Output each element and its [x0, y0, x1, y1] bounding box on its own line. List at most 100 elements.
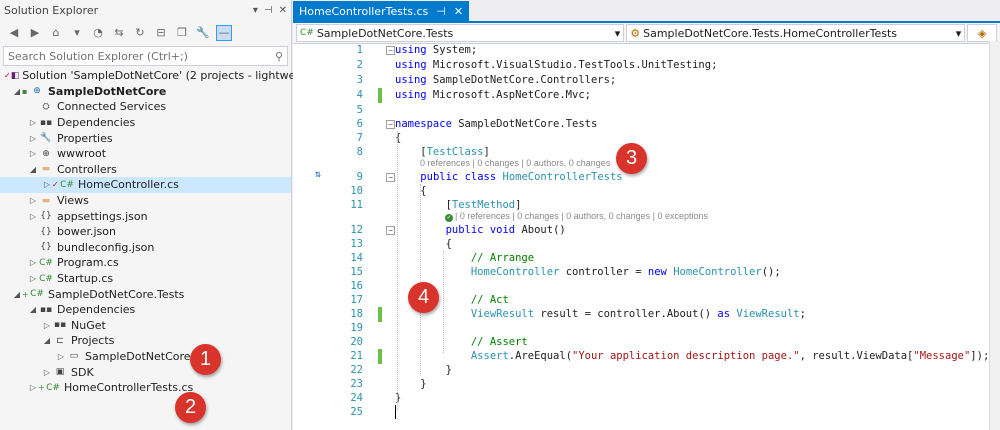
collapse-icon[interactable]: −: [386, 226, 395, 235]
codelens-class[interactable]: 0 references | 0 changes | 0 authors, 0 …: [420, 158, 610, 169]
tree-item[interactable]: ◢ ⊏ Projects: [0, 333, 291, 349]
collapse-icon[interactable]: −: [386, 46, 395, 55]
pending-changes-filter-icon[interactable]: ◔: [90, 25, 106, 41]
expand-arrow-icon[interactable]: ◢: [28, 165, 38, 174]
code-line[interactable]: 23 }: [293, 377, 1000, 392]
member-dropdown[interactable]: ◈: [967, 24, 997, 42]
code-line[interactable]: 10 {: [293, 184, 1000, 199]
vertical-scrollbar[interactable]: [989, 41, 1000, 430]
tree-item-label: Views: [57, 194, 89, 208]
expand-arrow-icon[interactable]: ▷: [42, 368, 52, 377]
refresh-icon[interactable]: ↻: [132, 25, 148, 41]
code-line[interactable]: 1 − using System;: [293, 43, 1000, 58]
dropdown-arrow-icon[interactable]: ▾: [253, 5, 258, 16]
code-line[interactable]: 25: [293, 405, 1000, 420]
tree-item[interactable]: ▷ ▭ SampleDotNetCore: [0, 349, 291, 365]
expand-arrow-icon[interactable]: ▷: [56, 352, 66, 361]
expand-arrow-icon[interactable]: ▷: [28, 149, 38, 158]
code-line[interactable]: 7{: [293, 131, 1000, 146]
code-line[interactable]: 6 − namespace SampleDotNetCore.Tests: [293, 117, 1000, 132]
expand-arrow-icon[interactable]: ◢: [28, 305, 38, 314]
tree-item-label: bower.json: [57, 225, 116, 239]
code-line[interactable]: 17 // Act: [293, 293, 1000, 308]
show-all-files-icon[interactable]: ❐: [174, 25, 190, 41]
search-icon[interactable]: ⚲: [275, 50, 283, 63]
code-line[interactable]: 22 }: [293, 363, 1000, 378]
expand-arrow-icon[interactable]: ▷: [28, 258, 38, 267]
close-icon[interactable]: ✕: [454, 5, 463, 18]
expand-arrow-icon[interactable]: ▷: [28, 134, 38, 143]
tree-item[interactable]: ◢ + C# SampleDotNetCore.Tests: [0, 286, 291, 302]
tree-item[interactable]: ◢ ▪▪ Dependencies: [0, 302, 291, 318]
collapse-icon[interactable]: −: [386, 173, 395, 182]
expand-arrow-icon[interactable]: ▷: [42, 180, 52, 189]
code-line[interactable]: 12− public void About(): [293, 223, 1000, 238]
switch-views-icon[interactable]: ▾: [69, 25, 85, 41]
tree-item[interactable]: {} bundleconfig.json: [0, 240, 291, 256]
tree-item[interactable]: ▷ ▪▪ NuGet: [0, 318, 291, 334]
tab-homecontrollertests[interactable]: HomeControllerTests.cs ⊣ ✕: [293, 1, 470, 21]
codelens-method[interactable]: ✓ | 0 references | 0 changes | 0 authors,…: [445, 211, 708, 222]
code-line[interactable]: 2 using Microsoft.VisualStudio.TestTools.…: [293, 58, 1000, 73]
code-area[interactable]: 1− using System; 2 using Microsoft.VisualSt…: [293, 41, 1000, 430]
tree-item[interactable]: ▷ ✓ C# HomeController.cs: [0, 177, 291, 193]
expand-arrow-icon[interactable]: ▷: [28, 212, 38, 221]
tree-item[interactable]: ◢ ▪ ⊕ SampleDotNetCore: [0, 84, 291, 100]
expand-arrow-icon[interactable]: ▷: [28, 274, 38, 283]
tree-item[interactable]: {} bower.json: [0, 224, 291, 240]
code-line[interactable]: 15 HomeController controller = new HomeC…: [293, 265, 1000, 280]
back-icon[interactable]: ◀: [6, 25, 22, 41]
implementation-glyph-icon[interactable]: ⇅: [315, 169, 321, 180]
tree-item[interactable]: ▷{} appsettings.json: [0, 208, 291, 224]
tree-item[interactable]: ▷ ▪▪ Dependencies: [0, 115, 291, 131]
code-line[interactable]: 14 // Arrange: [293, 251, 1000, 266]
type-dropdown[interactable]: ⚙ SampleDotNetCore.Tests.HomeControllerT…: [626, 24, 966, 42]
code-text: {: [395, 238, 452, 250]
code-line[interactable]: 20 // Assert: [293, 335, 1000, 350]
project-dropdown[interactable]: C# SampleDotNetCore.Tests ▾: [296, 24, 625, 42]
tree-item[interactable]: ▷ ▣ SDK: [0, 364, 291, 380]
code-line[interactable]: 3 using SampleDotNetCore.Controllers;: [293, 73, 1000, 88]
search-placeholder: Search Solution Explorer (Ctrl+;): [8, 49, 188, 63]
pin-icon[interactable]: ⊣: [436, 5, 446, 18]
sync-icon[interactable]: ⇆: [111, 25, 127, 41]
tree-item[interactable]: ▷ + C# HomeControllerTests.cs: [0, 380, 291, 396]
expand-arrow-icon[interactable]: ▷: [42, 321, 52, 330]
expand-arrow-icon[interactable]: ▷: [28, 118, 38, 127]
code-line[interactable]: 21 Assert.AreEqual("Your application des…: [293, 349, 1000, 364]
close-icon[interactable]: ✕: [279, 5, 287, 16]
code-text: using SampleDotNetCore.Controllers;: [395, 74, 617, 86]
code-line[interactable]: 16: [293, 279, 1000, 294]
preview-selected-icon[interactable]: —: [216, 24, 232, 41]
code-line[interactable]: 13 {: [293, 237, 1000, 252]
collapse-all-icon[interactable]: ⊟: [153, 25, 169, 41]
tree-item[interactable]: ⛭ Connected Services: [0, 99, 291, 115]
tree-item[interactable]: ▷ 🔧 Properties: [0, 130, 291, 146]
forward-icon[interactable]: ▶: [27, 25, 43, 41]
expand-arrow-icon[interactable]: ◢: [42, 336, 52, 345]
code-line[interactable]: 9 − public class HomeControllerTests: [293, 170, 1000, 185]
pin-icon[interactable]: ⊣: [264, 5, 273, 16]
properties-icon[interactable]: 🔧: [195, 25, 211, 41]
tree-item-label: SampleDotNetCore: [48, 84, 167, 98]
code-line[interactable]: 4 using Microsoft.AspNetCore.Mvc;: [293, 88, 1000, 103]
tree-item[interactable]: ▷ C# Startup.cs: [0, 271, 291, 287]
code-line[interactable]: 5: [293, 103, 1000, 118]
tree-item[interactable]: ▷ ▬ Views: [0, 193, 291, 209]
expand-arrow-icon[interactable]: ▷: [28, 383, 38, 392]
code-line[interactable]: 24}: [293, 391, 1000, 406]
tree-item[interactable]: ▷ ⊕ wwwroot: [0, 146, 291, 162]
code-line[interactable]: 18 ViewResult result = controller.About(…: [293, 307, 1000, 322]
tree-item[interactable]: ✓ ◧ Solution 'SampleDotNetCore' (2 project…: [0, 68, 321, 84]
globe-icon: ⊕: [42, 148, 50, 159]
expand-arrow-icon[interactable]: ▷: [28, 196, 38, 205]
home-icon[interactable]: ⌂: [48, 25, 64, 41]
tree-item[interactable]: ▷ C# Program.cs: [0, 255, 291, 271]
collapse-icon[interactable]: −: [386, 120, 395, 129]
tree-item[interactable]: ◢ ▬ Controllers: [0, 162, 291, 178]
code-line[interactable]: 19: [293, 321, 1000, 336]
expand-arrow-icon[interactable]: ◢: [12, 87, 22, 96]
expand-arrow-icon[interactable]: ◢: [12, 290, 22, 299]
search-input[interactable]: Search Solution Explorer (Ctrl+;) ⚲: [3, 46, 288, 66]
tree-item-label: wwwroot: [57, 147, 107, 161]
